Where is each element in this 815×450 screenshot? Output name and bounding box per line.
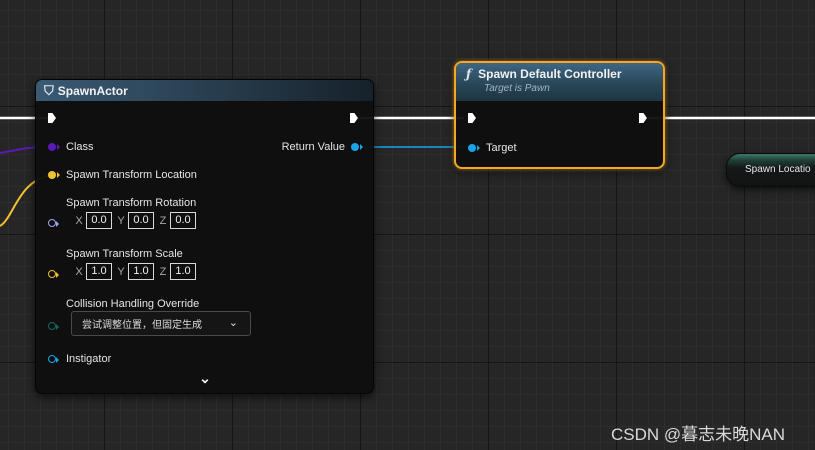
scale-y-field[interactable]: 1.0 [128, 263, 154, 280]
controller-exec-input-pin[interactable] [468, 113, 476, 123]
scale-label: Spawn Transform Scale [66, 248, 183, 260]
exec-input-pin[interactable] [48, 113, 56, 123]
target-pin-row[interactable]: Target [468, 142, 517, 154]
scale-pin[interactable] [48, 270, 59, 278]
scale-values: X 1.0 Y 1.0 Z 1.0 [74, 263, 200, 280]
rotation-y-field[interactable]: 0.0 [128, 212, 154, 229]
scale-z-field[interactable]: 1.0 [170, 263, 196, 280]
scale-x-field[interactable]: 1.0 [86, 263, 112, 280]
spawn-default-controller-title: Spawn Default Controller [478, 67, 622, 81]
exec-output-pin[interactable] [350, 113, 358, 123]
return-value-row[interactable]: Return Value [281, 141, 363, 153]
instigator-pin[interactable] [48, 355, 59, 363]
spawn-actor-title: SpawnActor [57, 83, 128, 98]
target-pin[interactable] [468, 144, 480, 152]
controller-exec-output-pin[interactable] [639, 113, 647, 123]
class-label: Class [66, 141, 94, 153]
return-value-label: Return Value [281, 141, 345, 153]
class-pin-row[interactable]: Class [48, 141, 94, 153]
spawn-default-controller-header[interactable]: ƒ Spawn Default Controller Target is Paw… [456, 63, 663, 101]
collision-pin[interactable] [48, 322, 59, 330]
rotation-label: Spawn Transform Rotation [66, 197, 197, 209]
expand-advanced-button[interactable]: ⌄ [196, 370, 214, 388]
location-label: Spawn Transform Location [66, 169, 197, 181]
target-label: Target [486, 142, 517, 154]
rotation-z-field[interactable]: 0.0 [170, 212, 196, 229]
watermark: CSDN @暮志未晚NAN [611, 425, 786, 444]
spawn-location-node[interactable]: Spawn Locatio [726, 153, 815, 187]
rotation-y-label: Y [117, 214, 125, 227]
location-pin[interactable] [48, 171, 60, 179]
chevron-down-icon: ⌄ [199, 370, 211, 386]
location-pin-row[interactable]: Spawn Transform Location [48, 169, 197, 181]
rotation-x-label: X [75, 214, 83, 227]
function-icon: ƒ [466, 67, 472, 81]
rotation-z-label: Z [159, 214, 167, 227]
spawn-default-controller-node[interactable]: ƒ Spawn Default Controller Target is Paw… [454, 61, 665, 169]
scale-x-label: X [75, 265, 83, 278]
collision-dropdown-value: 尝试调整位置，但固定生成 [82, 320, 202, 331]
return-value-pin[interactable] [351, 143, 363, 151]
spawn-location-label: Spawn Locatio [745, 164, 811, 175]
spawn-actor-node[interactable]: ⛉ SpawnActor Class Return Value Spawn Tr… [35, 79, 374, 394]
class-pin[interactable] [48, 143, 60, 151]
instigator-label: Instigator [66, 353, 112, 365]
spawn-actor-icon: ⛉ [44, 82, 54, 98]
rotation-values: X 0.0 Y 0.0 Z 0.0 [74, 212, 200, 229]
collision-dropdown[interactable]: 尝试调整位置，但固定生成 ⌄ [71, 311, 251, 336]
rotation-x-field[interactable]: 0.0 [86, 212, 112, 229]
scale-y-label: Y [117, 265, 125, 278]
rotation-pin[interactable] [48, 219, 59, 227]
instigator-pin-row[interactable]: Instigator [48, 353, 111, 365]
scale-z-label: Z [159, 265, 167, 278]
chevron-down-icon: ⌄ [228, 317, 238, 329]
collision-label: Collision Handling Override [66, 298, 200, 310]
spawn-actor-header[interactable]: ⛉ SpawnActor [36, 80, 373, 101]
spawn-default-controller-subtitle: Target is Pawn [484, 83, 550, 94]
